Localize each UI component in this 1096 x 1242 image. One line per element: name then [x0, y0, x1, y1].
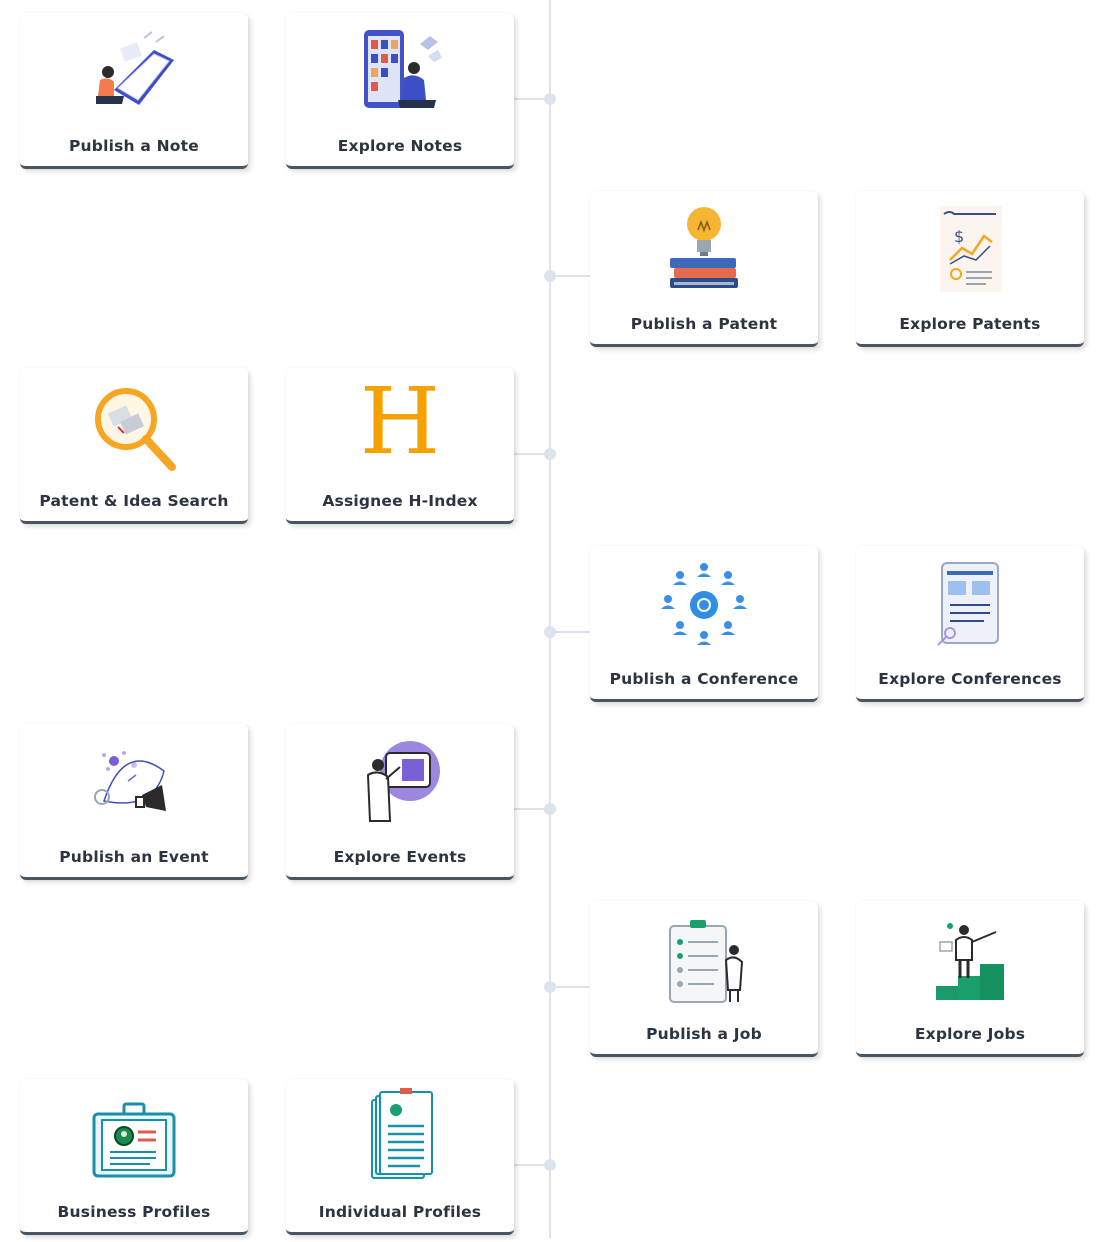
tablet-document-icon [920, 548, 1020, 658]
publish-note-card[interactable]: Publish a Note [20, 13, 248, 169]
timeline-dot [544, 1159, 556, 1171]
patent-idea-search-card[interactable]: Patent & Idea Search [20, 368, 248, 524]
card-label: Publish a Note [69, 137, 199, 155]
card-label: Explore Jobs [914, 1025, 1026, 1043]
publish-event-card[interactable]: Publish an Event [20, 724, 248, 880]
timeline-dot [544, 981, 556, 993]
timeline-line [549, 0, 551, 1238]
card-label: Explore Notes [337, 137, 463, 155]
svg-text:$: $ [954, 227, 964, 246]
publish-patent-card[interactable]: Publish a Patent [590, 191, 818, 347]
clipboard-checklist-icon [654, 903, 754, 1013]
patent-chart-document-icon: $ [920, 193, 1020, 303]
timeline-dot [544, 626, 556, 638]
svg-text:H: H [360, 375, 440, 475]
career-steps-icon [920, 903, 1020, 1013]
bookshelf-reader-icon [350, 15, 450, 125]
card-label: Publish an Event [59, 848, 209, 866]
card-label: Assignee H-Index [322, 492, 478, 510]
timeline-dot [544, 803, 556, 815]
megaphone-ideas-icon [84, 726, 184, 836]
explore-notes-card[interactable]: Explore Notes [286, 13, 514, 169]
card-label: Explore Events [333, 848, 467, 866]
explore-events-card[interactable]: Explore Events [286, 724, 514, 880]
card-label: Business Profiles [57, 1203, 211, 1221]
explore-conferences-card[interactable]: Explore Conferences [856, 546, 1084, 702]
people-network-icon [654, 548, 754, 658]
timeline-dot [544, 270, 556, 282]
presentation-screen-icon [350, 726, 450, 836]
card-label: Publish a Patent [630, 315, 778, 333]
card-label: Individual Profiles [318, 1203, 482, 1221]
letter-h-icon: H [350, 370, 450, 480]
explore-patents-card[interactable]: $ Explore Patents [856, 191, 1084, 347]
business-profiles-card[interactable]: Business Profiles [20, 1079, 248, 1235]
publish-conference-card[interactable]: Publish a Conference [590, 546, 818, 702]
card-label: Explore Conferences [878, 670, 1062, 688]
card-label: Publish a Job [646, 1025, 762, 1043]
assignee-h-index-card[interactable]: H Assignee H-Index [286, 368, 514, 524]
profile-documents-icon [350, 1081, 450, 1191]
individual-profiles-card[interactable]: Individual Profiles [286, 1079, 514, 1235]
notepad-person-icon [84, 15, 184, 125]
card-label: Explore Patents [899, 315, 1041, 333]
timeline-dot [544, 448, 556, 460]
id-card-icon [84, 1081, 184, 1191]
timeline-dot [544, 93, 556, 105]
publish-job-card[interactable]: Publish a Job [590, 901, 818, 1057]
explore-jobs-card[interactable]: Explore Jobs [856, 901, 1084, 1057]
card-label: Patent & Idea Search [39, 492, 229, 510]
card-label: Publish a Conference [609, 670, 799, 688]
magnifier-icon [84, 370, 184, 480]
lightbulb-books-icon [654, 193, 754, 303]
